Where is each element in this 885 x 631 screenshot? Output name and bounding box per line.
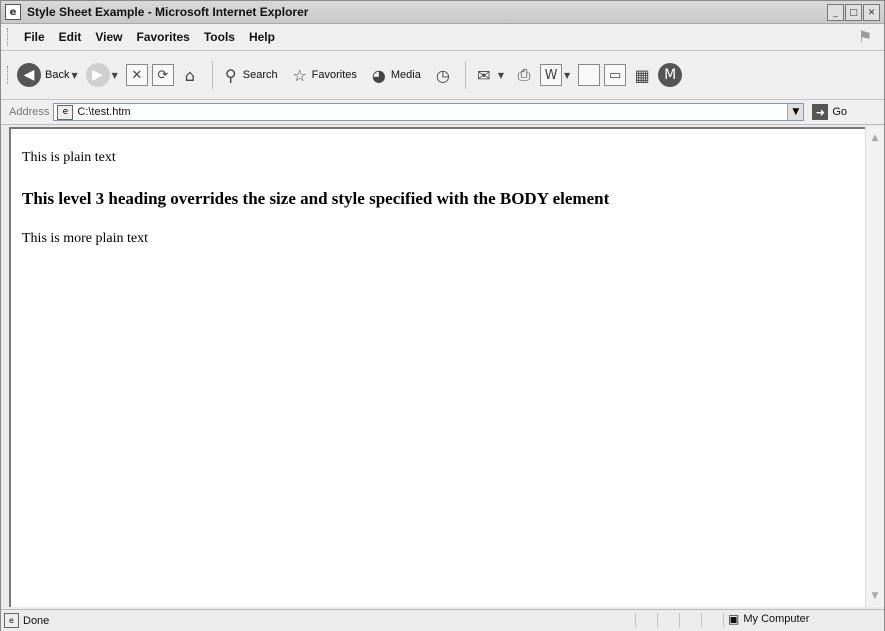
mail-icon: ✉ (477, 65, 491, 85)
print-button[interactable]: ⎙ (512, 63, 536, 87)
address-field[interactable]: e C:\test.htm ▼ (53, 103, 805, 121)
vertical-scrollbar[interactable]: ▲ ▼ (865, 127, 884, 607)
discuss-icon (578, 64, 601, 86)
menu-tools[interactable]: Tools (197, 30, 242, 44)
standard-toolbar: ◀ Back ▼ ▶ ▼ ✕ ⟳ ⌂ ⚲ Search ☆ Favorites … (1, 51, 884, 100)
refresh-icon: ⟳ (151, 64, 174, 86)
title-bar[interactable]: e Style Sheet Example - Microsoft Intern… (1, 1, 884, 24)
zone-label: My Computer (743, 613, 810, 625)
menu-view[interactable]: View (88, 30, 129, 44)
search-label: Search (242, 69, 278, 81)
history-button[interactable]: ◷ (431, 63, 455, 87)
minimize-button[interactable]: _ (827, 4, 844, 21)
scroll-down-icon[interactable]: ▼ (868, 589, 882, 603)
messenger-button[interactable]: ▭ (604, 64, 627, 86)
level3-heading: This level 3 heading overrides the size … (22, 189, 610, 208)
mail-button[interactable]: ✉ ▼ (472, 63, 508, 87)
tool-icon: M (658, 63, 683, 87)
address-value[interactable]: C:\test.htm (77, 106, 130, 118)
menu-edit[interactable]: Edit (52, 30, 89, 44)
favorites-icon: ☆ (292, 65, 307, 85)
go-label: Go (832, 106, 848, 118)
forward-button[interactable]: ▶ ▼ (85, 63, 122, 87)
toolbar-separator (211, 61, 213, 89)
status-pane (723, 613, 724, 628)
tool-button[interactable]: M (658, 63, 683, 87)
page-icon: e (57, 104, 74, 120)
window-controls: _ □ ✕ (827, 4, 880, 21)
favorites-label: Favorites (311, 69, 357, 81)
chevron-down-icon[interactable]: ▼ (498, 71, 504, 80)
browser-window: e Style Sheet Example - Microsoft Intern… (0, 0, 885, 631)
computer-icon: ▣ (728, 612, 740, 626)
back-icon: ◀ (17, 63, 41, 87)
window-title: Style Sheet Example - Microsoft Internet… (27, 5, 309, 19)
home-icon: ⌂ (184, 65, 195, 85)
media-icon: ◕ (371, 65, 386, 85)
edit-icon: W (540, 64, 563, 86)
search-button[interactable]: ⚲ Search (219, 63, 278, 87)
status-text: Done (23, 614, 50, 627)
page-icon: e (4, 613, 19, 628)
go-button[interactable]: ➜ Go (812, 104, 847, 120)
stop-button[interactable]: ✕ (125, 64, 148, 86)
chevron-down-icon[interactable]: ▼ (71, 71, 77, 80)
menu-help[interactable]: Help (242, 30, 282, 44)
ie-icon[interactable]: e (5, 4, 21, 20)
document-body: This is plain text This level 3 heading … (11, 129, 865, 247)
page-content[interactable]: This is plain text This level 3 heading … (9, 127, 865, 607)
close-button[interactable]: ✕ (863, 4, 880, 21)
paragraph-more-plain-text: This is more plain text (22, 231, 148, 246)
refresh-button[interactable]: ⟳ (151, 64, 174, 86)
search-icon: ⚲ (224, 65, 237, 85)
status-pane (701, 613, 702, 628)
maximize-button[interactable]: □ (845, 4, 862, 21)
address-label: Address (9, 106, 50, 118)
status-pane (635, 613, 636, 628)
history-icon: ◷ (435, 65, 450, 85)
media-button[interactable]: ◕ Media (367, 63, 421, 87)
research-button[interactable]: ▦ (630, 63, 654, 87)
back-label: Back (45, 69, 70, 81)
print-icon: ⎙ (517, 65, 531, 84)
forward-icon: ▶ (85, 63, 110, 87)
status-pane (657, 613, 658, 628)
toolbar-separator (464, 61, 466, 89)
chevron-down-icon[interactable]: ▼ (564, 71, 570, 80)
research-icon: ▦ (634, 65, 650, 85)
menu-file[interactable]: File (17, 30, 52, 44)
paragraph-plain-text: This is plain text (22, 150, 116, 165)
menu-favorites[interactable]: Favorites (129, 30, 196, 44)
status-bar: e Done ▣ My Computer (1, 609, 884, 631)
home-button[interactable]: ⌂ (178, 63, 202, 87)
security-zone: ▣ My Computer (728, 612, 809, 626)
stop-icon: ✕ (125, 64, 148, 86)
discuss-button[interactable] (578, 64, 601, 86)
media-label: Media (390, 69, 421, 81)
toolbar-grip[interactable] (7, 66, 11, 84)
address-bar: Address e C:\test.htm ▼ ➜ Go (1, 100, 884, 125)
back-button[interactable]: ◀ Back ▼ (17, 63, 82, 87)
chevron-down-icon[interactable]: ▼ (787, 104, 804, 120)
go-arrow-icon: ➜ (812, 104, 829, 120)
scroll-up-icon[interactable]: ▲ (868, 131, 882, 145)
menu-bar: File Edit View Favorites Tools Help ⚑ (1, 24, 884, 51)
edit-button[interactable]: W ▼ (540, 64, 574, 86)
toolbar-grip[interactable] (7, 28, 11, 46)
chevron-down-icon[interactable]: ▼ (112, 71, 118, 80)
windows-flag-icon: ⚑ (857, 27, 873, 46)
messenger-icon: ▭ (604, 64, 627, 86)
status-pane (679, 613, 680, 628)
favorites-button[interactable]: ☆ Favorites (288, 63, 357, 87)
